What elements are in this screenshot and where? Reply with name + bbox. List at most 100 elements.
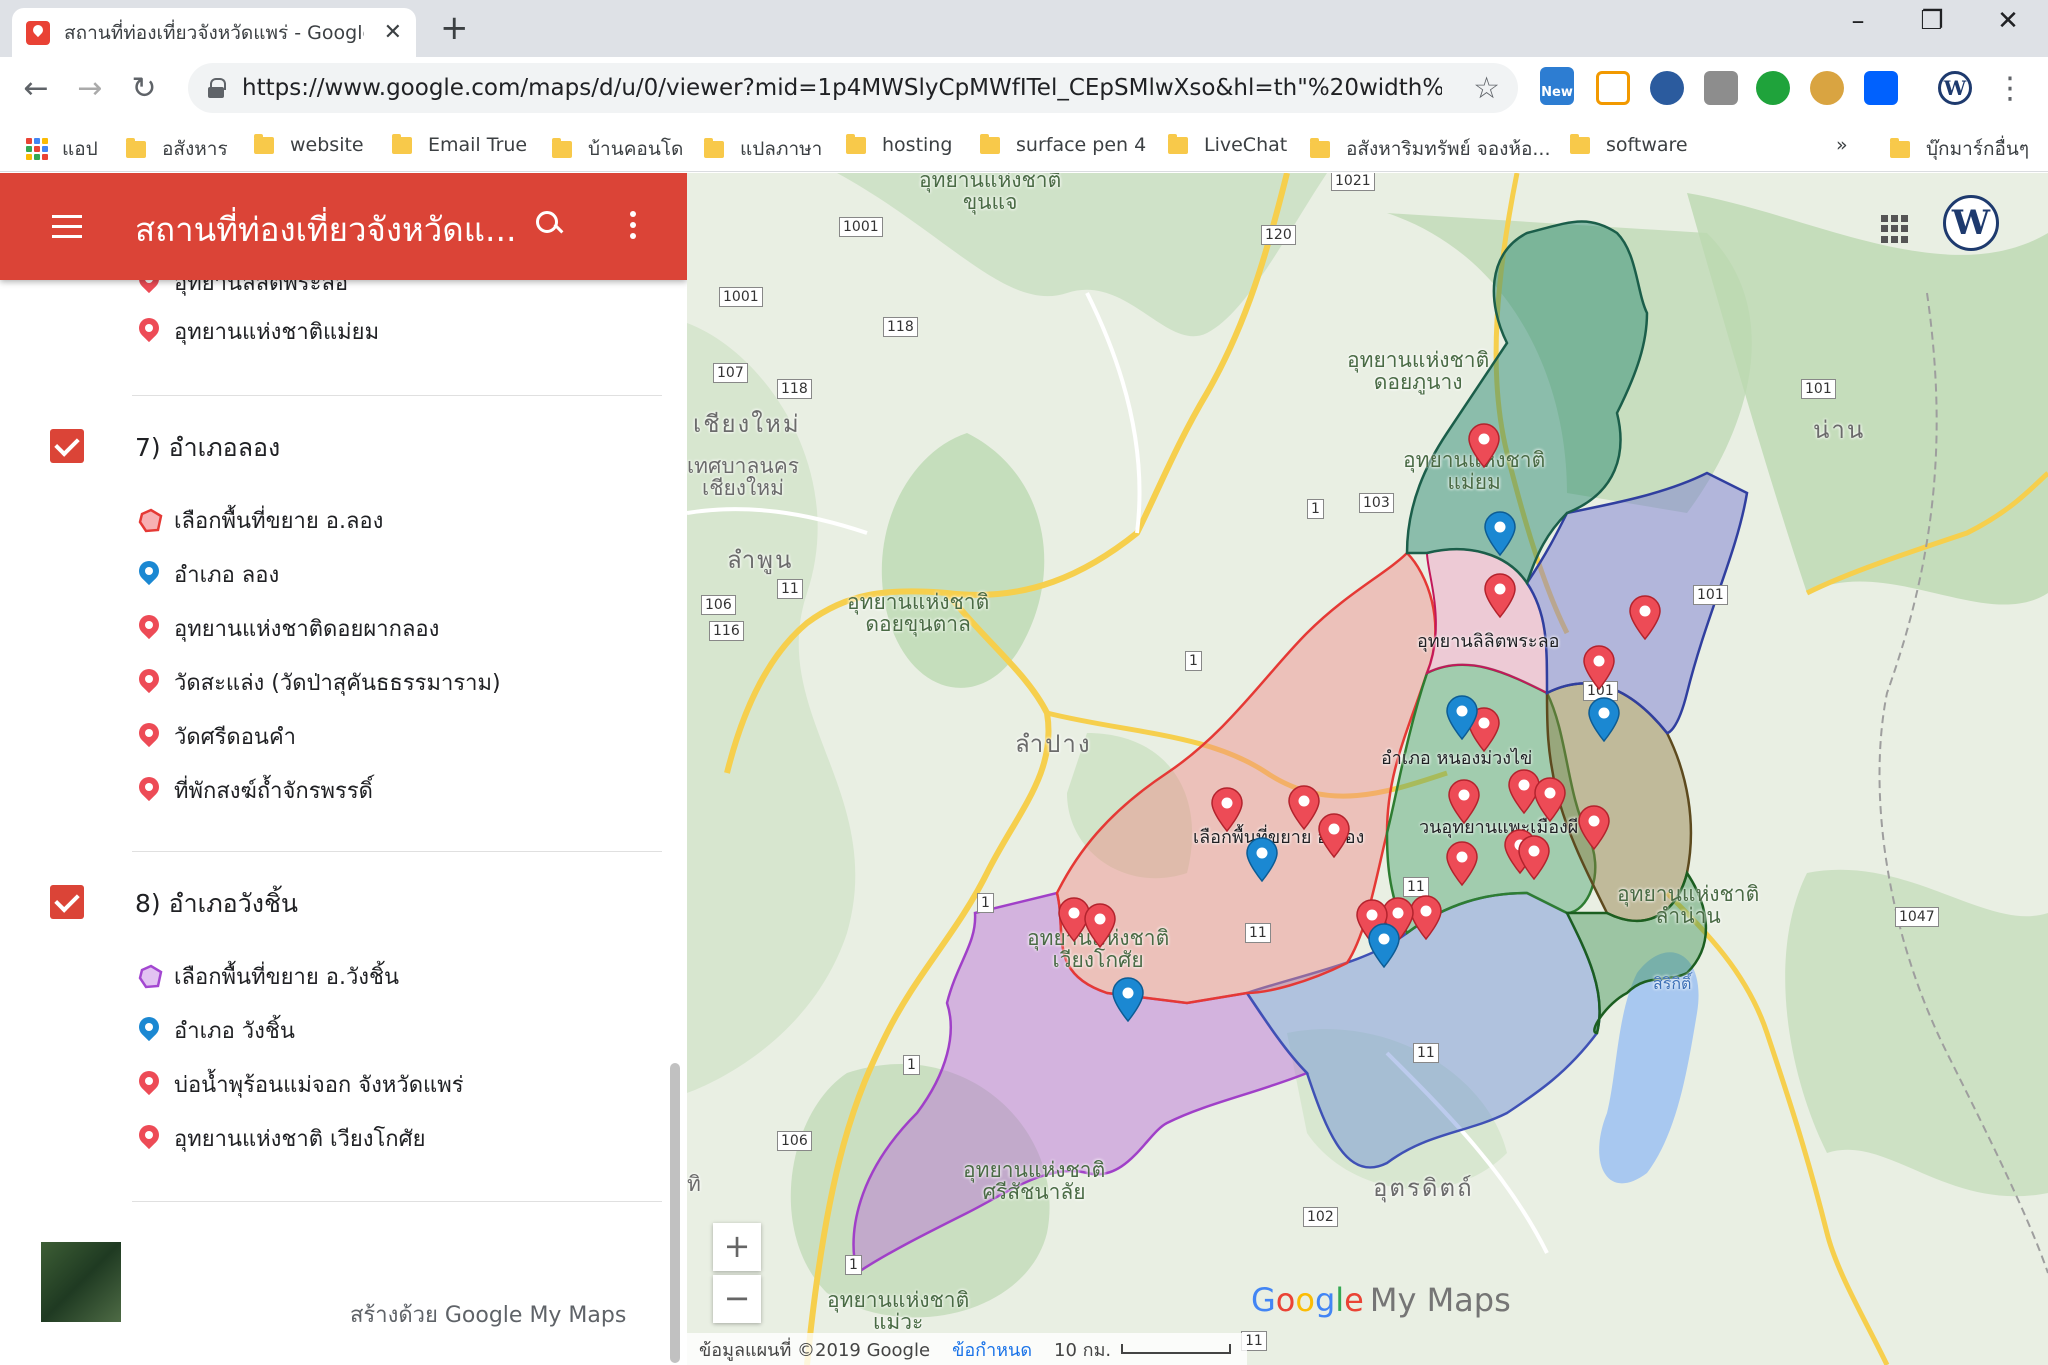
layer-item-label: วัดศรีดอนคำ — [174, 725, 297, 750]
folder-icon — [704, 137, 724, 158]
polygon-icon — [138, 508, 163, 532]
dropbox-icon[interactable] — [1864, 71, 1898, 105]
address-bar[interactable]: https://www.google.com/maps/d/u/0/viewer… — [188, 63, 1518, 113]
layer-item[interactable]: เลือกพื้นที่ขยาย อ.ลอง — [138, 503, 383, 538]
bookmark-label: hosting — [882, 134, 953, 156]
road-shield: 11 — [1245, 923, 1271, 943]
map-pin-red[interactable] — [1083, 903, 1117, 949]
map-pin-blue[interactable] — [1367, 923, 1401, 969]
extension-chat-icon[interactable] — [1704, 71, 1738, 105]
layer-item[interactable]: อำเภอ วังชิ้น — [138, 1013, 295, 1048]
extension-new-badge: New — [1541, 85, 1573, 100]
map-pin-red[interactable] — [1447, 779, 1481, 825]
forward-icon[interactable]: → — [70, 69, 110, 109]
bookmarks-overflow-button[interactable]: » — [1836, 134, 1848, 156]
bookmark-folder[interactable]: hosting — [846, 133, 953, 156]
other-bookmarks[interactable]: บุ๊กมาร์กอื่นๆ — [1890, 134, 2029, 164]
zoom-in-button[interactable]: + — [713, 1223, 761, 1271]
folder-icon — [1168, 133, 1188, 154]
map-label-np-doikhuntan: อุทยานแห่งชาติ ดอยขุนตาล — [847, 590, 990, 636]
basemap-thumbnail[interactable] — [41, 1242, 121, 1322]
scale-label[interactable]: 10 กม. — [1054, 1335, 1111, 1364]
layer-item[interactable]: บ่อน้ำพุร้อนแม่จอก จังหวัดแพร่ — [138, 1067, 464, 1102]
layer-item[interactable]: วัดสะแล่ง (วัดป่าสุคันธธรรมาราม) — [138, 665, 501, 700]
zoom-out-button[interactable]: − — [713, 1275, 761, 1323]
layer-checkbox-group7[interactable] — [50, 429, 84, 463]
layer-item[interactable]: อุทยานแห่งชาติ เวียงโกศัย — [138, 1121, 426, 1156]
new-tab-button[interactable]: + — [440, 8, 469, 48]
road-shield: 101 — [1693, 585, 1728, 605]
layer-group-title[interactable]: 7) อำเภอลอง — [135, 428, 280, 468]
map-pin-blue[interactable] — [1245, 837, 1279, 883]
bookmark-folder[interactable]: LiveChat — [1168, 133, 1287, 156]
layer-item[interactable]: เลือกพื้นที่ขยาย อ.วังชิ้น — [138, 959, 399, 994]
back-icon[interactable]: ← — [16, 69, 56, 109]
bookmark-folder[interactable]: แปลภาษา — [704, 134, 822, 164]
map-pin-red[interactable] — [1483, 573, 1517, 619]
road-shield: 103 — [1359, 493, 1394, 513]
bookmark-label: แปลภาษา — [740, 138, 823, 160]
extension-layout-icon[interactable] — [1596, 71, 1630, 105]
bookmark-folder[interactable]: อสังหาริมทรัพย์ จองห้อ... — [1310, 134, 1551, 164]
layer-item[interactable]: ที่พักสงฆ์ถ้ำจักรพรรดิ์ — [138, 773, 373, 808]
map-pin-red[interactable] — [1582, 645, 1616, 691]
bookmark-folder[interactable]: บ้านคอนโด — [552, 134, 683, 164]
panel-scrollbar[interactable] — [670, 1063, 680, 1363]
bookmark-apps[interactable]: แอป — [26, 134, 98, 164]
extension-new-icon[interactable]: New — [1540, 67, 1574, 105]
tab-strip: สถานที่ท่องเที่ยวจังหวัดแพร่ - Google ✕ … — [0, 0, 2048, 57]
bookmark-star-icon[interactable]: ☆ — [1473, 71, 1500, 106]
map-pin-blue[interactable] — [1587, 697, 1621, 743]
map-pin-red[interactable] — [1467, 423, 1501, 469]
layer-group-title[interactable]: 8) อำเภอวังชิ้น — [135, 884, 298, 924]
google-my-maps-logo: Google My Maps — [1251, 1281, 1511, 1319]
extension-share-icon[interactable] — [1756, 71, 1790, 105]
red-pin-icon — [138, 614, 160, 644]
made-with-my-maps[interactable]: สร้างด้วย Google My Maps — [350, 1297, 626, 1332]
map-pin-red[interactable] — [1317, 813, 1351, 859]
tab-close-icon[interactable]: ✕ — [384, 20, 402, 45]
reload-icon[interactable]: ↻ — [124, 69, 164, 109]
bookmark-folder[interactable]: surface pen 4 — [980, 133, 1146, 156]
map-pin-red[interactable] — [1210, 787, 1244, 833]
bookmark-folder[interactable]: website — [254, 133, 364, 156]
map-pin-blue[interactable] — [1111, 977, 1145, 1023]
map-pin-red[interactable] — [1287, 785, 1321, 831]
bookmark-folder[interactable]: software — [1570, 133, 1688, 156]
google-apps-icon[interactable] — [1881, 215, 1909, 243]
layer-item[interactable]: วัดศรีดอนคำ — [138, 719, 296, 754]
map-pin-red[interactable] — [1577, 805, 1611, 851]
lock-icon[interactable] — [208, 78, 226, 98]
folder-icon — [846, 133, 866, 154]
map-pin-blue[interactable] — [1483, 511, 1517, 557]
profile-avatar-icon[interactable]: W — [1938, 71, 1972, 105]
bookmark-folder[interactable]: Email True — [392, 133, 527, 156]
layer-item[interactable]: อำเภอ ลอง — [138, 557, 279, 592]
url-text[interactable]: https://www.google.com/maps/d/u/0/viewer… — [242, 75, 1442, 101]
window-close-icon[interactable]: ✕ — [1988, 6, 2028, 36]
road-shield: 11 — [1413, 1043, 1439, 1063]
menu-kebab-icon[interactable]: ⋮ — [1990, 69, 2030, 109]
extension-palette-icon[interactable] — [1810, 71, 1844, 105]
map-pin-red[interactable] — [1517, 835, 1551, 881]
more-options-icon[interactable] — [630, 211, 636, 244]
layer-checkbox-group8[interactable] — [50, 885, 84, 919]
bookmark-folder[interactable]: อสังหาร — [126, 134, 228, 164]
account-avatar[interactable]: W — [1943, 195, 1999, 251]
terms-link[interactable]: ข้อกำหนด — [952, 1335, 1032, 1364]
extension-circle-icon[interactable] — [1650, 71, 1684, 105]
map-canvas[interactable]: อุทยานแห่งชาติ ขุนแจ อุทยานแห่งชาติ ดอยภูน… — [687, 173, 2048, 1365]
layer-item[interactable]: อุทยานแห่งชาติดอยผากลอง — [138, 611, 439, 646]
map-pin-red[interactable] — [1445, 841, 1479, 887]
map-pin-red[interactable] — [1533, 777, 1567, 823]
search-icon[interactable] — [536, 211, 562, 237]
hamburger-menu-icon[interactable] — [52, 215, 82, 238]
restore-icon[interactable]: ❐ — [1912, 6, 1952, 36]
road-shield: 107 — [713, 363, 748, 383]
map-pin-blue[interactable] — [1445, 695, 1479, 741]
browser-tab[interactable]: สถานที่ท่องเที่ยวจังหวัดแพร่ - Google ✕ — [12, 8, 416, 57]
map-pin-red[interactable] — [1628, 595, 1662, 641]
layer-item[interactable]: อุทยานแห่งชาติแม่ยม — [138, 314, 379, 349]
road-shield: 11 — [777, 579, 803, 599]
minimize-icon[interactable]: – — [1838, 6, 1878, 36]
